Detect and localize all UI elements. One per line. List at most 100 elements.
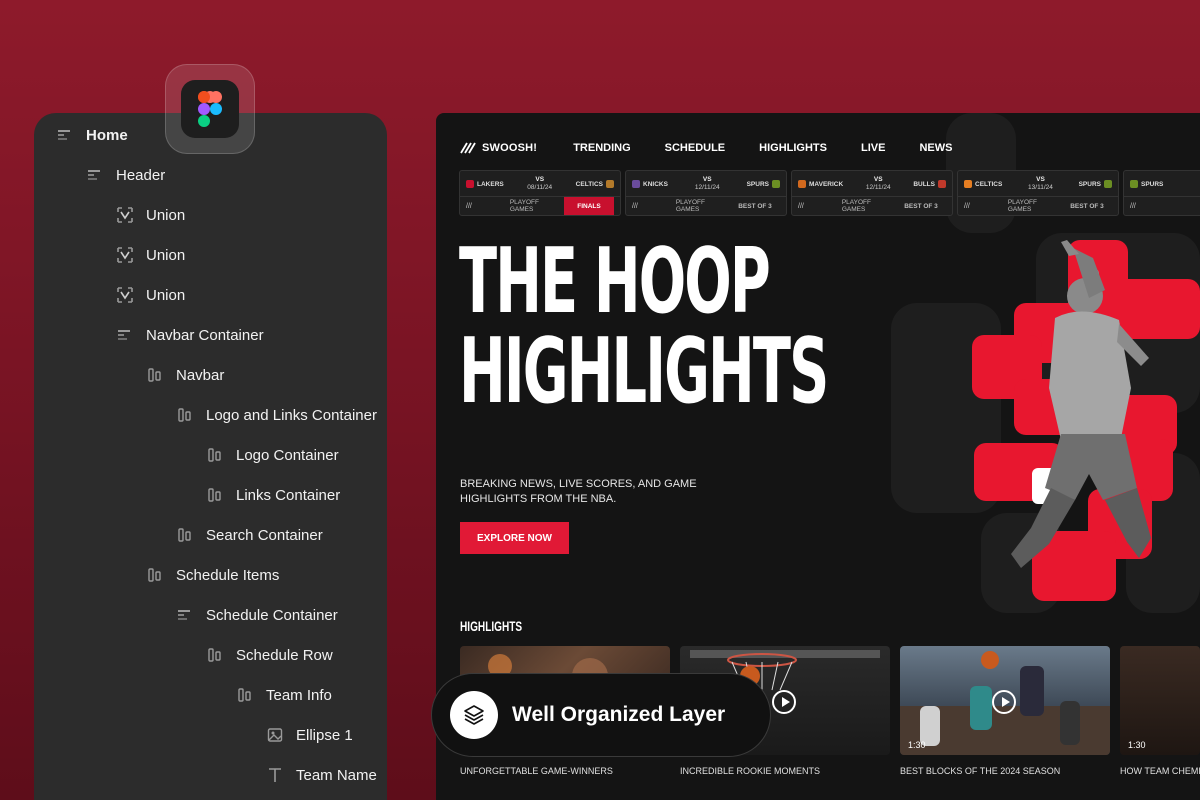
layer-label: Header — [116, 166, 166, 184]
home-team: KNICKS — [632, 180, 668, 188]
layer-row[interactable]: Navbar Container — [116, 315, 264, 355]
frame-icon — [56, 126, 74, 144]
hero-title: THE HOOP HIGHLIGHTS — [459, 229, 829, 417]
layer-label: Logo Container — [236, 446, 339, 464]
team-logo-icon — [466, 180, 474, 188]
game-card[interactable]: MAVERICK VS 12/11/24 BULLS///PLAYOFF GAMES B… — [791, 170, 953, 216]
vs-label: VS — [873, 176, 883, 184]
union-icon — [116, 286, 134, 304]
game-type: PLAYOFF GAMES — [675, 199, 705, 213]
logo[interactable]: SWOOSH! — [460, 142, 537, 154]
hero-title-line-1: THE HOOP — [459, 229, 771, 334]
vs-label: VS — [535, 176, 545, 184]
layer-row[interactable]: Home — [56, 115, 128, 155]
game-status: BEST OF 3 — [904, 202, 938, 210]
game-status: BEST OF 3 — [738, 202, 772, 210]
game-type: PLAYOFF GAMES — [841, 199, 871, 213]
vs-label: VS — [702, 176, 712, 184]
video-duration: 1:30 — [1128, 740, 1146, 750]
layer-row[interactable]: Links Container — [206, 475, 340, 515]
team-logo-icon — [606, 180, 614, 188]
union-icon — [116, 246, 134, 264]
auto-layout-icon — [206, 646, 224, 664]
away-team: SPURS — [1079, 180, 1112, 188]
nav-link-live[interactable]: LIVE — [861, 142, 885, 154]
basketball-player-image — [1011, 240, 1151, 568]
game-card[interactable]: LAKERS VS 08/11/24 CELTICS///PLAYOFF GAMES F… — [459, 170, 621, 216]
swoosh-logo-icon: /// — [1130, 202, 1136, 210]
highlight-caption-1[interactable]: UNFORGETTABLE GAME-WINNERS — [460, 766, 613, 776]
game-card[interactable]: CELTICS VS 13/11/24 SPURS///PLAYOFF GAMES BE… — [957, 170, 1119, 216]
nav-link-highlights[interactable]: HIGHLIGHTS — [759, 142, 827, 154]
away-team: CELTICS — [576, 180, 614, 188]
match-date: 08/11/24 — [527, 184, 553, 191]
play-icon[interactable] — [992, 690, 1016, 714]
swoosh-logo-icon: /// — [632, 202, 638, 210]
layer-row[interactable]: Team Info — [236, 675, 332, 715]
game-type: PLAYOFF GAMES — [1007, 199, 1037, 213]
nav-link-trending[interactable]: TRENDING — [573, 142, 630, 154]
home-team: CELTICS — [964, 180, 1002, 188]
nav-links: TRENDING SCHEDULE HIGHLIGHTS LIVE NEWS — [573, 142, 952, 154]
match-vs: VS 08/11/24 — [504, 176, 576, 192]
match-vs: VS 12/11/24 — [668, 176, 747, 192]
team-logo-icon — [772, 180, 780, 188]
layer-label: Ellipse 1 — [296, 726, 353, 744]
team-name: CELTICS — [575, 180, 603, 188]
text-icon — [266, 766, 284, 784]
layer-label: Links Container — [236, 486, 341, 504]
feature-pill-label: Well Organized Layer — [512, 703, 726, 726]
highlight-card-4[interactable]: 1:30 — [1120, 646, 1200, 755]
layer-row[interactable]: Union — [116, 235, 185, 275]
layer-row[interactable]: Search Container — [176, 515, 323, 555]
layer-row[interactable]: Union — [116, 275, 185, 315]
feature-pill: Well Organized Layer — [431, 673, 771, 757]
play-icon[interactable] — [772, 690, 796, 714]
nav-link-news[interactable]: NEWS — [919, 142, 952, 154]
layer-row[interactable]: Header — [86, 155, 165, 195]
team-name: MAVERICK — [809, 180, 844, 188]
layer-row[interactable]: Logo and Links Container — [176, 395, 377, 435]
layer-label: Navbar Container — [146, 326, 264, 344]
layer-row[interactable]: Team Name — [266, 755, 377, 795]
game-card[interactable]: KNICKS VS 12/11/24 SPURS /// PLAYOFF GAMES BES… — [625, 170, 787, 216]
highlight-caption-3[interactable]: BEST BLOCKS OF THE 2024 SEASON — [900, 766, 1060, 776]
team-name: SPURS — [746, 180, 769, 188]
highlight-card-3[interactable]: 1:30 — [900, 646, 1110, 755]
figma-app-badge — [165, 64, 255, 154]
team-name: LAKERS — [477, 180, 504, 188]
explore-now-button[interactable]: EXPLORE NOW — [460, 522, 569, 554]
frame-icon — [116, 326, 134, 344]
vs-label: VS — [1163, 180, 1200, 188]
team-name: BULLS — [913, 180, 935, 188]
layer-row[interactable]: Schedule Row — [206, 635, 333, 675]
match-date: 13/11/24 — [1028, 184, 1053, 191]
team-name: CELTICS — [975, 180, 1003, 188]
team-logo-icon — [1104, 180, 1112, 188]
team-name: SPURS — [1078, 180, 1101, 188]
team-logo-icon — [964, 180, 972, 188]
highlight-caption-2[interactable]: INCREDIBLE ROOKIE MOMENTS — [680, 766, 820, 776]
video-duration: 1:30 — [908, 740, 926, 750]
layer-label: Union — [146, 286, 186, 304]
layer-label: Navbar — [176, 366, 225, 384]
layer-row[interactable]: Navbar — [146, 355, 224, 395]
layer-label: Search Container — [206, 526, 323, 544]
hero-subtitle: BREAKING NEWS, LIVE SCORES, AND GAME HIG… — [460, 478, 697, 505]
layer-row[interactable]: Schedule Container — [176, 595, 338, 635]
home-team: MAVERICK — [798, 180, 843, 188]
team-name: SPURS — [1141, 180, 1164, 188]
figma-icon — [181, 80, 239, 138]
layer-row[interactable]: Union — [116, 195, 185, 235]
layer-row[interactable]: Schedule Items — [146, 555, 279, 595]
away-team: SPURS — [747, 180, 780, 188]
layer-row[interactable]: Ellipse 1 — [266, 715, 353, 755]
layer-row[interactable]: Logo Container — [206, 435, 339, 475]
navbar: SWOOSH! TRENDING SCHEDULE HIGHLIGHTS LIV… — [460, 135, 952, 161]
union-icon — [116, 206, 134, 224]
nav-link-schedule[interactable]: SCHEDULE — [665, 142, 726, 154]
frame-icon — [86, 166, 104, 184]
layer-label: Union — [146, 206, 186, 224]
game-card[interactable]: SPURSVS /// — [1123, 170, 1200, 216]
highlight-caption-4[interactable]: HOW TEAM CHEMIS — [1120, 766, 1200, 776]
